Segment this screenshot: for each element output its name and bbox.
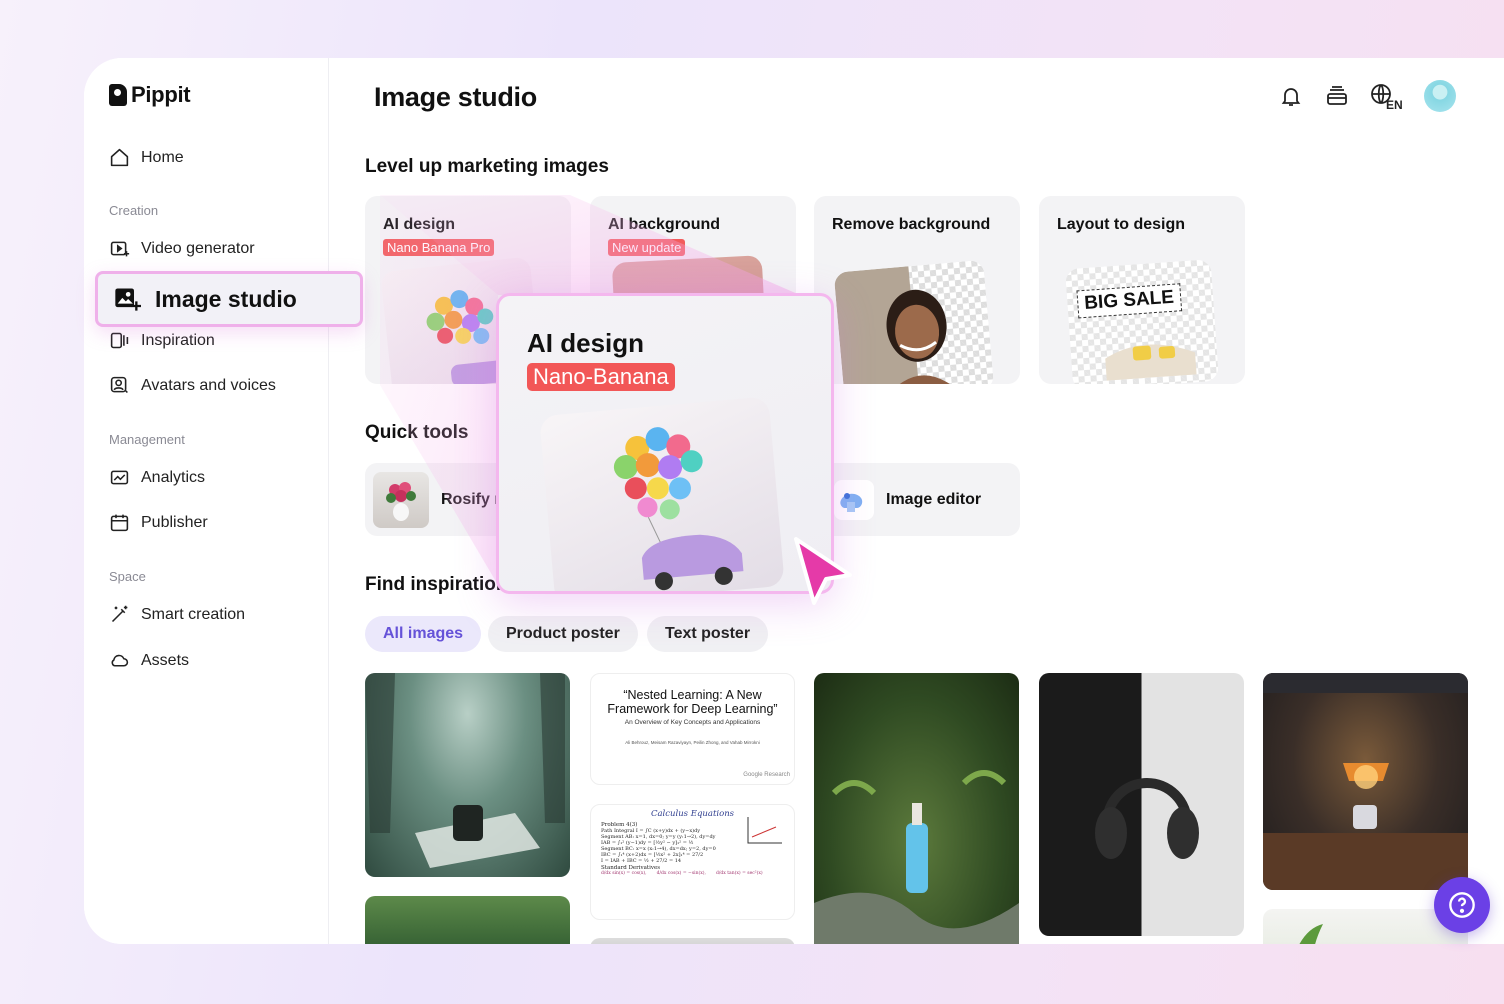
quick-tool-label: Rosify r (441, 490, 501, 508)
sidebar-item-inspiration[interactable]: Inspiration (109, 330, 215, 351)
doc-title-line: Framework for Deep Learning” (607, 702, 778, 716)
page-title: Image studio (374, 82, 537, 112)
sidebar-item-label: Analytics (141, 468, 206, 486)
section-heading-quick-tools: Quick tools (365, 422, 469, 443)
gallery-item-headphones[interactable] (1039, 673, 1244, 936)
image-studio-icon (115, 288, 141, 311)
sidebar-item-avatars[interactable]: Avatars and voices (109, 375, 276, 396)
feature-card-title: Layout to design (1057, 216, 1185, 233)
feature-card-badge: New update (608, 239, 686, 256)
math-graph-icon (747, 817, 782, 844)
feature-card-title: Remove background (832, 216, 991, 233)
sidebar-item-assets[interactable]: Assets (109, 650, 189, 671)
gallery-item-jungle[interactable] (365, 896, 570, 944)
inspiration-icon (110, 332, 129, 349)
magic-wand-icon (111, 605, 128, 623)
brand-name: Pippit (131, 82, 191, 107)
sidebar-item-analytics[interactable]: Analytics (109, 467, 205, 488)
help-button[interactable] (1434, 877, 1490, 933)
balloon-car-preview-image (539, 396, 785, 591)
gallery-item-earbuds-lamp[interactable] (1263, 673, 1468, 890)
user-avatar[interactable] (1424, 80, 1456, 112)
video-generator-icon (110, 241, 130, 257)
home-icon (110, 148, 129, 167)
feature-card-badge: Nano Banana Pro (383, 239, 495, 256)
sidebar-item-video-generator[interactable]: Video generator (109, 238, 255, 259)
filter-chip-label: Product poster (506, 625, 620, 642)
gallery-item-research-poster[interactable]: “Nested Learning: A New Framework for De… (590, 673, 795, 785)
question-circle-icon (1449, 892, 1475, 918)
filter-chip-product-poster[interactable]: Product poster (488, 616, 638, 652)
feature-card-title: AI design (383, 216, 456, 233)
filter-chip-text-poster[interactable]: Text poster (647, 616, 769, 652)
preview-card-badge: Nano-Banana (527, 363, 675, 391)
subscription-stack-icon[interactable] (1324, 83, 1350, 109)
math-line: I = IAB + IBC = ½ + 27/2 = 14 (601, 858, 682, 864)
section-label-management: Management (109, 432, 185, 447)
notification-bell-icon[interactable] (1278, 83, 1304, 109)
sidebar-item-label: Home (141, 148, 184, 166)
filter-chip-label: All images (383, 625, 464, 642)
gallery-item-forest-product[interactable] (365, 673, 570, 877)
sidebar-item-home[interactable]: Home (109, 147, 184, 168)
sidebar-item-smart-creation[interactable]: Smart creation (109, 604, 245, 625)
sidebar-item-label: Image studio (155, 285, 297, 312)
doc-authors: Ali Behrouz, Meisam Razaviyayn, Peilin Z… (625, 740, 760, 745)
remove-background-thumbnail (833, 259, 995, 384)
brand-logo[interactable]: Pippit (109, 82, 191, 108)
language-globe-icon[interactable]: EN (1370, 83, 1404, 110)
gallery-item-partial[interactable] (590, 938, 795, 944)
pointer-cursor-icon (794, 537, 852, 605)
calendar-icon (110, 514, 129, 532)
sidebar-item-publisher[interactable]: Publisher (109, 512, 208, 533)
sidebar-item-label: Inspiration (141, 331, 215, 349)
math-derivative: d/dx cos(x) = −sin(x), (656, 871, 706, 876)
sidebar-item-label: Video generator (141, 239, 255, 257)
gallery-item-bottle-stream[interactable] (814, 673, 1019, 944)
doc-footer: Google Research (743, 772, 790, 778)
feature-card-remove-background[interactable]: Remove background (814, 196, 1020, 384)
sidebar-item-image-studio[interactable]: Image studio (95, 271, 363, 327)
doc-title-line: “Nested Learning: A New (623, 688, 762, 702)
doc-subtitle: An Overview of Key Concepts and Applicat… (624, 719, 761, 726)
section-label-space: Space (109, 569, 146, 584)
filter-chip-all-images[interactable]: All images (365, 616, 482, 652)
rose-vase-thumbnail (373, 471, 429, 528)
image-editor-icon (834, 479, 874, 520)
layout-design-thumbnail: BIG SALE (1064, 259, 1220, 384)
gallery-item-calculus-sheet[interactable]: Calculus Equations Problem 4(3) Path Int… (590, 804, 795, 920)
cloud-icon (111, 654, 129, 667)
section-heading-inspiration: Find inspiration (365, 574, 508, 595)
top-toolbar: EN (1278, 80, 1456, 112)
quick-tool-label: Image editor (886, 490, 982, 508)
preview-card-title: AI design (527, 328, 645, 358)
section-label-creation: Creation (109, 203, 159, 218)
math-derivative: d/dx sin(x) = cos(x), (601, 871, 647, 876)
ai-design-preview-card[interactable]: AI design Nano-Banana (496, 293, 834, 594)
feature-card-layout-to-design[interactable]: Layout to design BIG SALE (1039, 196, 1245, 384)
svg-text:EN: EN (1386, 98, 1403, 110)
sidebar-item-label: Smart creation (141, 605, 246, 623)
quick-tool-image-editor[interactable]: Image editor (822, 463, 1020, 536)
sidebar: Pippit Home Creation Video generator Ins… (84, 58, 329, 944)
sidebar-item-label: Avatars and voices (141, 376, 276, 394)
pippit-logo-icon (109, 84, 127, 106)
analytics-icon (110, 470, 129, 485)
feature-card-title: AI background (608, 216, 721, 233)
avatar-icon (110, 376, 128, 394)
filter-chip-label: Text poster (665, 625, 751, 642)
sidebar-item-label: Assets (141, 651, 190, 669)
math-derivative: d/dx tan(x) = sec²(x) (715, 871, 763, 876)
section-heading-marketing: Level up marketing images (365, 156, 609, 177)
sidebar-item-label: Publisher (141, 513, 208, 531)
